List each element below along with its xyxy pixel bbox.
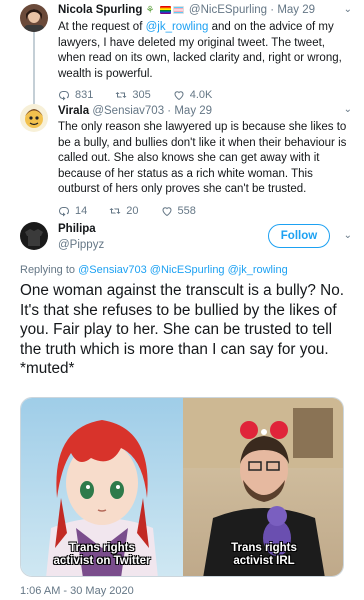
- avatar[interactable]: [20, 4, 48, 32]
- tweet-date[interactable]: May 29: [174, 105, 212, 117]
- trans-flag-icon: [172, 5, 184, 14]
- reply-count: 831: [75, 89, 94, 101]
- retweet-button[interactable]: 20: [109, 204, 139, 217]
- like-button[interactable]: 558: [161, 205, 196, 217]
- author-handle[interactable]: @NicESpurling: [189, 4, 267, 16]
- replying-to: Replying to @Sensiav703 @NicESpurling @j…: [20, 264, 288, 276]
- tweet-text: The only reason she lawyered up is becau…: [58, 121, 347, 195]
- avatar[interactable]: [20, 222, 48, 250]
- author-handle[interactable]: @Sensiav703: [92, 105, 164, 117]
- tweet-text: At the request of @jk_rowling and on the…: [58, 21, 342, 80]
- meme-left-panel: Trans rights activist on Twitter: [21, 398, 183, 576]
- tweet-date[interactable]: May 29: [277, 4, 315, 16]
- tweet-actions: 14 20 558: [58, 205, 354, 217]
- like-button[interactable]: 4.0K: [173, 89, 213, 101]
- reply-button[interactable]: 831: [58, 89, 93, 101]
- like-count: 4.0K: [189, 89, 213, 101]
- meme-right-caption: Trans rights activist IRL: [231, 542, 297, 567]
- avatar[interactable]: [20, 104, 48, 132]
- chevron-down-icon[interactable]: ⌄: [344, 230, 352, 241]
- retweet-button[interactable]: 305: [115, 89, 151, 101]
- retweet-count: 20: [126, 204, 139, 217]
- author-name[interactable]: Nicola Spurling: [58, 4, 142, 16]
- reply-mentions[interactable]: @Sensiav703 @NicESpurling @jk_rowling: [78, 264, 288, 276]
- reply-icon: [59, 206, 69, 216]
- retweet-icon: [109, 207, 121, 214]
- author-handle[interactable]: @Pippyz: [58, 239, 104, 251]
- retweet-count: 305: [132, 89, 151, 101]
- main-tweet-text: One woman against the transcult is a bul…: [20, 282, 344, 377]
- author-name[interactable]: Virala: [58, 105, 89, 117]
- mention-link[interactable]: @jk_rowling: [146, 21, 209, 33]
- tweet-timestamp[interactable]: 1:06 AM - 30 May 2020: [20, 585, 134, 597]
- retweet-icon: [115, 92, 127, 98]
- reply-count: 14: [75, 204, 88, 217]
- author-name[interactable]: Philipa: [58, 223, 96, 235]
- thread-line: [33, 32, 35, 104]
- reply-button[interactable]: 14: [58, 205, 87, 217]
- flag-icons: [159, 5, 184, 14]
- meme-right-panel: Trans rights activist IRL: [183, 398, 343, 576]
- like-count: 558: [177, 204, 196, 217]
- follow-button[interactable]: Follow: [268, 224, 330, 248]
- heart-icon: [174, 91, 184, 101]
- plant-emoji: ⚘: [145, 5, 155, 16]
- meme-image[interactable]: Trans rights activist on Twitter Trans r…: [20, 397, 344, 577]
- reply-icon: [59, 91, 69, 101]
- meme-left-caption: Trans rights activist on Twitter: [53, 542, 151, 567]
- rainbow-flag-icon: [159, 5, 171, 14]
- heart-icon: [161, 206, 172, 216]
- tweet-actions: 831 305 4.0K: [58, 89, 354, 101]
